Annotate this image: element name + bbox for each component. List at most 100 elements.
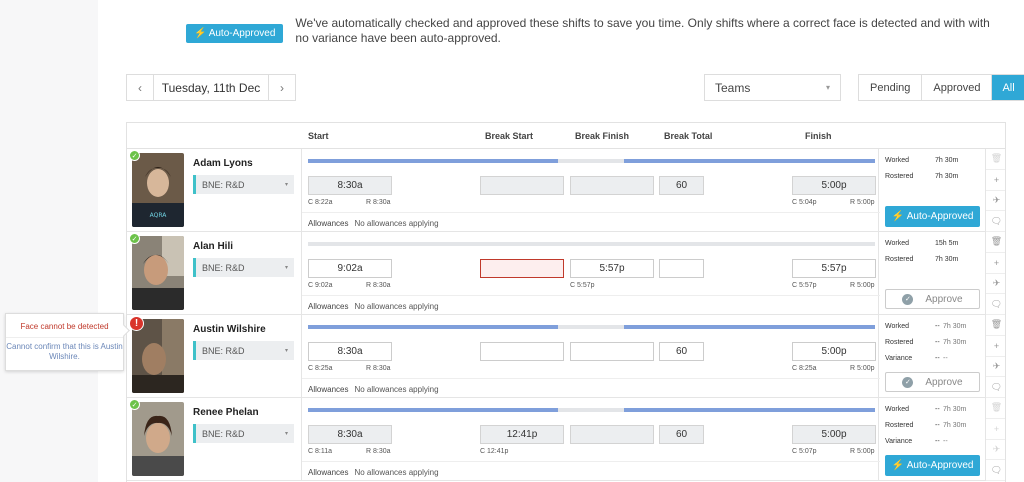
finish-time-input[interactable]: 5:00p — [792, 342, 876, 361]
finish-time-input[interactable]: 5:57p — [792, 259, 876, 278]
break-start-input[interactable] — [480, 342, 564, 361]
trash-icon[interactable]: 🗑 — [986, 232, 1005, 253]
row-actions: 🗑 + ✈ 🗨 — [985, 315, 1005, 398]
plane-icon[interactable]: ✈ — [986, 191, 1005, 212]
team-select[interactable]: BNE: R&D ▾ — [193, 341, 294, 360]
break-start-input[interactable]: 12:41p — [480, 425, 564, 444]
break-total-input[interactable]: 60 — [659, 342, 704, 361]
team-select[interactable]: BNE: R&D ▾ — [193, 258, 294, 277]
break-finish-input[interactable] — [570, 425, 654, 444]
prev-day-button[interactable]: ‹ — [127, 75, 153, 100]
finish-clocked: C 5:57p — [792, 282, 817, 289]
allowances: Allowances No allowances applying — [302, 461, 880, 481]
plus-icon[interactable]: + — [986, 170, 1005, 191]
teams-select-value: Teams — [715, 80, 751, 95]
filter-all[interactable]: All — [992, 75, 1024, 100]
plane-icon[interactable]: ✈ — [986, 440, 1005, 461]
allowances: Allowances No allowances applying — [302, 378, 880, 398]
shift-times: 9:02a 5:57p 5:57p C 9:02a R 8:30a C 5:57… — [301, 232, 880, 315]
chevron-down-icon: ▾ — [825, 83, 830, 92]
approve-button[interactable]: ✓ Approve — [885, 289, 980, 309]
comment-icon[interactable]: 🗨 — [986, 460, 1005, 481]
auto-approved-button[interactable]: ⚡ Auto-Approved — [885, 455, 980, 476]
finish-time-input[interactable]: 5:00p — [792, 425, 876, 444]
col-break-finish: Break Finish — [575, 131, 630, 141]
teams-select[interactable]: Teams ▾ — [704, 74, 841, 101]
employee-name: Austin Wilshire — [193, 324, 266, 335]
team-select[interactable]: BNE: R&D ▾ — [193, 175, 294, 194]
break-bar — [558, 159, 624, 163]
svg-text:AQRA: AQRA — [150, 212, 168, 219]
shift-times: 8:30a 60 5:00p C 8:22a R 8:30a C 5:04p R… — [301, 149, 880, 232]
check-icon: ✓ — [129, 150, 140, 161]
filter-approved[interactable]: Approved — [922, 75, 993, 100]
break-bar — [558, 325, 624, 329]
shift-bar — [308, 159, 558, 163]
hours-summary: Worked 15h 5m Rostered 7h 30m ✓ Approve — [879, 232, 985, 315]
shift-bar — [308, 408, 558, 412]
trash-icon[interactable]: 🗑 — [986, 315, 1005, 336]
chevron-down-icon: ▾ — [284, 182, 288, 188]
plane-icon[interactable]: ✈ — [986, 274, 1005, 295]
shift-bar — [308, 325, 558, 329]
check-icon: ✓ — [902, 293, 914, 305]
break-start-input[interactable] — [480, 176, 564, 195]
start-clocked: C 8:22a — [308, 199, 333, 206]
popover-title: Face cannot be detected — [6, 314, 123, 338]
start-time-input[interactable]: 8:30a — [308, 342, 392, 361]
shift-bar — [624, 325, 875, 329]
popover-description: Cannot confirm that this is Austin Wilsh… — [6, 342, 123, 361]
start-rostered: R 8:30a — [366, 199, 391, 206]
hours-summary: Worked 7h 30m Rostered 7h 30m ⚡ Auto-Appro… — [879, 149, 985, 232]
avatar — [132, 236, 184, 310]
chevron-down-icon: ▾ — [284, 348, 288, 354]
comment-icon[interactable]: 🗨 — [986, 211, 1005, 232]
auto-approved-badge: ⚡ Auto-Approved — [186, 24, 284, 43]
finish-rostered: R 5:00p — [850, 199, 875, 206]
break-finish-input[interactable] — [570, 176, 654, 195]
start-time-input[interactable]: 9:02a — [308, 259, 392, 278]
filter-pending[interactable]: Pending — [859, 75, 923, 100]
plus-icon[interactable]: + — [986, 336, 1005, 357]
trash-icon[interactable]: 🗑 — [986, 398, 1005, 419]
check-icon: ✓ — [129, 399, 140, 410]
employee-name: Renee Phelan — [193, 407, 259, 418]
plus-icon[interactable]: + — [986, 419, 1005, 440]
next-day-button[interactable]: › — [269, 75, 295, 100]
current-date[interactable]: Tuesday, 11th Dec — [153, 75, 269, 100]
plane-icon[interactable]: ✈ — [986, 357, 1005, 378]
finish-time-input[interactable]: 5:00p — [792, 176, 876, 195]
comment-icon[interactable]: 🗨 — [986, 377, 1005, 398]
team-select[interactable]: BNE: R&D ▾ — [193, 424, 294, 443]
avatar: AQRA — [132, 153, 184, 227]
break-finish-clocked: C 5:57p — [570, 282, 595, 289]
avatar — [132, 402, 184, 476]
finish-rostered: R 5:00p — [850, 365, 875, 372]
row-actions: 🗑 + ✈ 🗨 — [985, 398, 1005, 481]
break-finish-input[interactable] — [570, 342, 654, 361]
break-total-input[interactable]: 60 — [659, 425, 704, 444]
shift-times: 8:30a 12:41p 60 5:00p C 8:11a R 8:30a C … — [301, 398, 880, 481]
error-icon[interactable]: ! — [129, 316, 144, 331]
auto-approved-button[interactable]: ⚡ Auto-Approved — [885, 206, 980, 227]
bolt-icon: ⚡ — [891, 460, 904, 471]
start-time-input[interactable]: 8:30a — [308, 425, 392, 444]
comment-icon[interactable]: 🗨 — [986, 294, 1005, 315]
break-total-input[interactable]: 60 — [659, 176, 704, 195]
trash-icon[interactable]: 🗑 — [986, 149, 1005, 170]
start-clocked: C 9:02a — [308, 282, 333, 289]
break-finish-input[interactable]: 5:57p — [570, 259, 654, 278]
start-rostered: R 8:30a — [366, 448, 391, 455]
start-clocked: C 8:11a — [308, 448, 332, 455]
col-start: Start — [308, 131, 329, 141]
approve-button[interactable]: ✓ Approve — [885, 372, 980, 392]
employee-name: Alan Hili — [193, 241, 234, 252]
start-rostered: R 8:30a — [366, 282, 391, 289]
break-start-input[interactable] — [480, 259, 564, 278]
break-start-clocked: C 12:41p — [480, 448, 509, 455]
start-time-input[interactable]: 8:30a — [308, 176, 392, 195]
finish-rostered: R 5:00p — [850, 448, 875, 455]
plus-icon[interactable]: + — [986, 253, 1005, 274]
finish-rostered: R 5:00p — [850, 282, 875, 289]
break-total-input[interactable] — [659, 259, 704, 278]
